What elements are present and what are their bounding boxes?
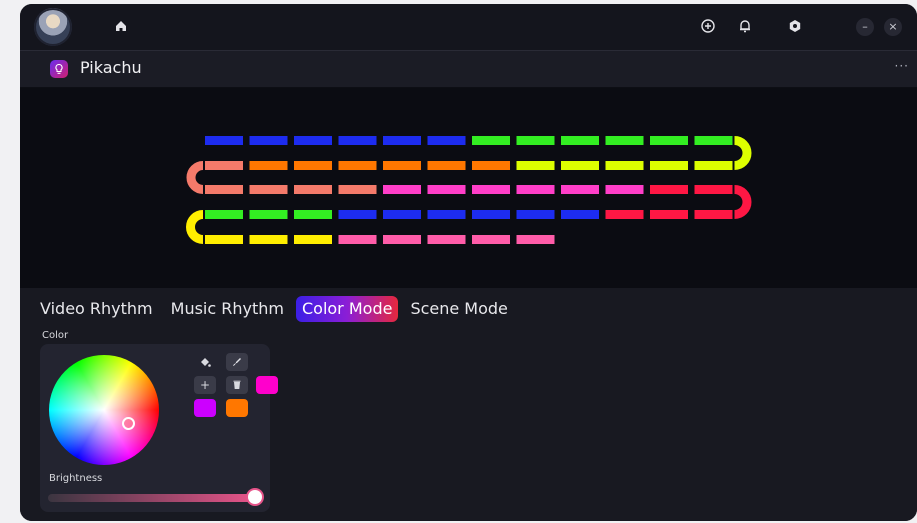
strip-segment [383,185,421,194]
strip-segment [383,235,421,244]
minimize-icon: – [862,20,868,33]
tab-color-mode[interactable]: Color Mode [295,296,399,322]
strip-segment [605,136,644,145]
strip-segment [472,161,510,170]
tab-scene-mode[interactable]: Scene Mode [404,296,513,322]
strip-segment [472,185,510,194]
strip-segment [516,161,555,170]
strip-segment [249,185,288,194]
delete-swatch-button[interactable] [226,376,248,394]
strip-segment [694,210,733,219]
mode-panel: Video Rhythm Music Rhythm Color Mode Sce… [20,288,917,521]
strip-segment [561,210,599,219]
strip-segment [650,161,688,170]
color-section-label: Color [42,330,69,341]
strip-segment [294,235,332,244]
strip-segment [516,210,555,219]
trash-icon [233,380,241,389]
strip-segment [205,185,243,194]
tab-music-rhythm[interactable]: Music Rhythm [165,296,290,322]
strip-canvas [186,136,752,244]
paint-bucket-icon[interactable] [194,353,216,371]
strip-segment [383,161,421,170]
strip-segment [383,210,421,219]
strip-corner [734,136,752,170]
strip-segment [694,185,733,194]
strip-segment [205,136,243,145]
strip-segment [694,161,733,170]
color-card: + Brightness [40,344,278,512]
strip-segment [205,210,243,219]
strip-segment [472,136,510,145]
minimize-button[interactable]: – [856,18,874,36]
color-swatch[interactable] [256,376,278,394]
color-wheel[interactable] [49,355,159,465]
strip-segment [383,136,421,145]
strip-segment [472,210,510,219]
strip-segment [516,235,555,244]
strip-segment [205,161,243,170]
device-header: Pikachu ··· [20,51,917,87]
user-avatar[interactable] [34,8,72,46]
strip-segment [650,185,688,194]
strip-segment [605,210,644,219]
strip-segment [427,161,466,170]
app-window: – × Pikachu ··· Video Rhythm Music Rhyth… [20,4,917,521]
strip-segment [472,235,510,244]
tab-video-rhythm[interactable]: Video Rhythm [34,296,159,322]
hex-settings-icon[interactable] [785,16,805,36]
close-icon: × [888,20,898,33]
strip-segment [205,235,243,244]
more-options-button[interactable]: ··· [895,59,909,73]
strip-segment [605,185,644,194]
strip-segment [516,185,555,194]
close-button[interactable]: × [884,18,902,36]
strip-segment [294,185,332,194]
add-circle-icon[interactable] [698,16,718,36]
brightness-label: Brightness [49,473,103,484]
strip-segment [249,210,288,219]
strip-segment [605,161,644,170]
brightness-slider[interactable] [48,494,255,502]
plus-icon: + [199,378,211,392]
bell-icon[interactable] [735,16,755,36]
strip-segment [294,210,332,219]
bulb-icon [50,60,68,78]
strip-corner [186,161,204,194]
strip-segment [294,136,332,145]
strip-segment [338,210,377,219]
strip-segment [338,185,377,194]
strip-segment [294,161,332,170]
color-swatch[interactable] [226,399,248,417]
color-swatch[interactable] [194,399,216,417]
device-name: Pikachu [80,58,142,77]
strip-segment [338,235,377,244]
color-wheel-handle[interactable] [122,417,135,430]
strip-segment [427,136,466,145]
strip-segment [650,136,688,145]
strip-segment [516,136,555,145]
strip-segment [427,235,466,244]
title-bar: – × [20,4,917,51]
strip-segment [338,136,377,145]
strip-segment [561,136,599,145]
strip-segment [694,136,733,145]
strip-segment [338,161,377,170]
strip-segment [427,210,466,219]
home-icon[interactable] [111,16,131,36]
brightness-slider-thumb[interactable] [248,490,262,504]
strip-segment [561,185,599,194]
strip-segment [561,161,599,170]
strip-segment [427,185,466,194]
strip-segment [249,136,288,145]
strip-corner [734,185,752,219]
light-strip-preview [20,88,917,288]
strip-segment [650,210,688,219]
add-swatch-button[interactable]: + [194,376,216,394]
brush-icon[interactable] [226,353,248,371]
strip-corner [186,210,204,244]
strip-segment [249,235,288,244]
strip-segment [249,161,288,170]
mode-tabs: Video Rhythm Music Rhythm Color Mode Sce… [34,296,514,322]
